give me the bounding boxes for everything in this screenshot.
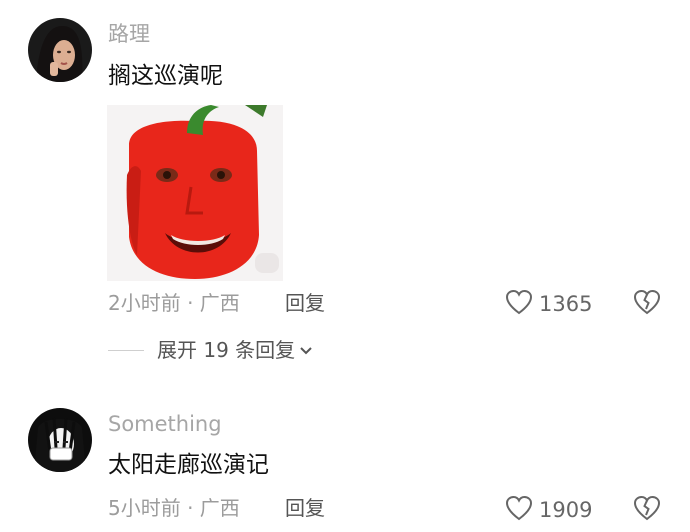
heart-outline-icon [505,495,533,525]
expand-replies-label: 展开 19 条回复 [157,338,296,362]
reply-button[interactable]: 回复 [285,498,325,518]
avatar[interactable] [28,18,92,82]
comment-item: Something 太阳走廊巡演记 5小时前 · 广西 回复 1909 [0,390,690,532]
like-count: 1365 [539,291,593,316]
username[interactable]: Something [108,414,222,435]
chevron-down-icon [299,341,313,360]
username[interactable]: 路理 [108,24,150,45]
broken-heart-icon [633,289,661,319]
comment-meta: 2小时前 · 广西 [108,291,240,315]
like-count: 1909 [539,497,593,522]
broken-heart-icon [633,495,661,525]
comment-item: 路理 搁这巡演呢 2小时前 · 广西 回复 1365 展开 19 条回复 [0,0,690,390]
dislike-button[interactable] [633,289,661,319]
expand-divider [108,349,144,351]
like-button[interactable]: 1909 [505,495,592,525]
comment-text: 太阳走廊巡演记 [108,452,269,478]
comment-text: 搁这巡演呢 [108,63,223,89]
expand-replies-button[interactable]: 展开 19 条回复 [108,340,313,360]
dislike-button[interactable] [633,495,661,525]
like-button[interactable]: 1365 [505,289,592,319]
avatar[interactable] [28,408,92,472]
reply-button[interactable]: 回复 [285,293,325,313]
comment-meta: 5小时前 · 广西 [108,496,240,520]
heart-outline-icon [505,289,533,319]
sticker-image[interactable] [107,105,283,281]
